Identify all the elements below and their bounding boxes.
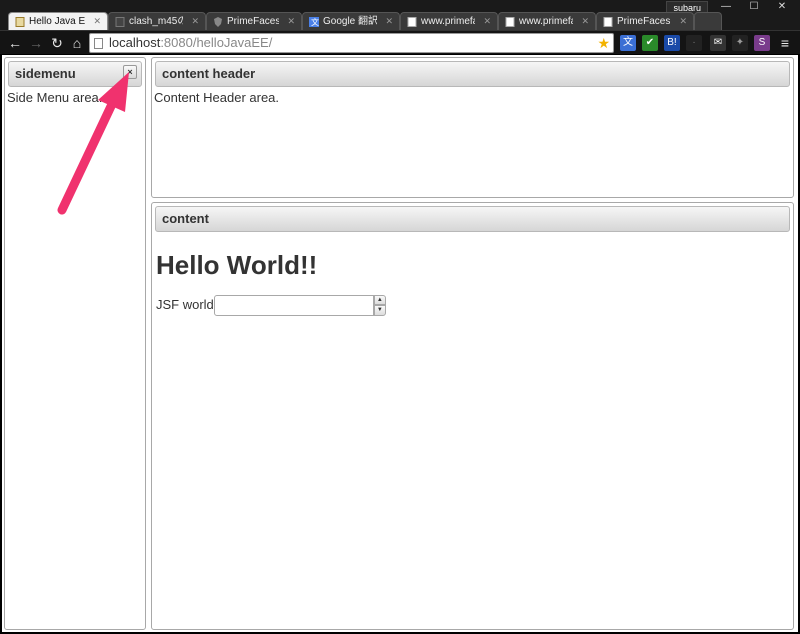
tab-label: www.primefac — [421, 16, 475, 27]
tab-label: PrimeFaces Sh — [227, 16, 279, 27]
puzzle-extension-icon[interactable]: ✦ — [732, 35, 748, 51]
page-icon — [94, 38, 103, 49]
sidemenu-header: sidemenu × — [8, 61, 142, 87]
profile-extension-icon[interactable]: S — [754, 35, 770, 51]
close-window-button[interactable]: ✕ — [770, 0, 794, 14]
chrome-menu-icon[interactable]: ≡ — [776, 34, 794, 52]
tab-primefaces-org-1[interactable]: www.primefac ✕ — [400, 12, 498, 30]
content-header-panel: content header Content Header area. — [151, 57, 794, 198]
tab-label: Google 翻訳 — [323, 16, 377, 27]
tab-clash[interactable]: clash_m45の ✕ — [108, 12, 206, 30]
tab-close-icon[interactable]: ✕ — [93, 13, 101, 30]
tab-close-icon[interactable]: ✕ — [191, 13, 199, 30]
tab-primefaces-org-2[interactable]: www.primefac ✕ — [498, 12, 596, 30]
extension-icon[interactable]: · — [686, 35, 702, 51]
jsf-world-input[interactable] — [213, 295, 374, 316]
tab-primefaces-blog[interactable]: PrimeFacesを ✕ — [596, 12, 694, 30]
url-text[interactable]: localhost:8080/helloJavaEE/ — [109, 34, 272, 52]
hello-heading: Hello World!! — [156, 250, 318, 280]
page-icon — [115, 17, 125, 27]
browser-toolbar: ← → ↻ ⌂ localhost:8080/helloJavaEE/ ★ 文 … — [0, 30, 800, 54]
hatena-extension-icon[interactable]: B! — [664, 35, 680, 51]
svg-text:文: 文 — [311, 17, 319, 27]
checkmark-extension-icon[interactable]: ✔ — [642, 35, 658, 51]
tab-close-icon[interactable]: ✕ — [679, 13, 687, 30]
sidemenu-body: Side Menu area. — [7, 90, 103, 105]
tab-close-icon[interactable]: ✕ — [581, 13, 589, 30]
jsf-spinner: ▲ ▼ — [213, 295, 386, 316]
back-button[interactable]: ← — [6, 34, 24, 52]
jsf-field-row: JSF world ▲ ▼ — [156, 295, 386, 317]
tab-label: PrimeFacesを — [617, 16, 671, 27]
page-icon — [603, 17, 613, 27]
tab-google-translate[interactable]: 文 Google 翻訳 ✕ — [302, 12, 400, 30]
page-icon — [505, 17, 515, 27]
page-icon — [407, 17, 417, 27]
page-icon — [15, 17, 25, 27]
maximize-button[interactable]: ☐ — [742, 0, 766, 14]
bookmark-star-icon[interactable]: ★ — [597, 34, 610, 52]
new-tab-button[interactable] — [694, 12, 722, 30]
spinner-down-icon[interactable]: ▼ — [373, 305, 386, 316]
content-panel: content Hello World!! JSF world ▲ ▼ — [151, 202, 794, 630]
translate-extension-icon[interactable]: 文 — [620, 35, 636, 51]
shield-icon — [214, 17, 222, 27]
page-viewport: sidemenu × Side Menu area. content heade… — [2, 55, 798, 632]
sidemenu-title: sidemenu — [15, 66, 76, 81]
translate-icon: 文 — [309, 17, 319, 27]
tab-label: clash_m45の — [129, 16, 183, 27]
tab-close-icon[interactable]: ✕ — [287, 13, 295, 30]
content-header-title: content header — [155, 61, 790, 87]
tab-hello-java-ee[interactable]: Hello Java EE ✕ — [8, 12, 108, 30]
tab-label: Hello Java EE — [29, 16, 85, 27]
sidemenu-panel: sidemenu × Side Menu area. — [4, 57, 146, 630]
tab-close-icon[interactable]: ✕ — [483, 13, 491, 30]
tab-primefaces-showcase[interactable]: PrimeFaces Sh ✕ — [206, 12, 302, 30]
spinner-up-icon[interactable]: ▲ — [373, 295, 386, 305]
content-header-body: Content Header area. — [154, 90, 280, 105]
address-bar[interactable]: localhost:8080/helloJavaEE/ ★ — [89, 33, 614, 53]
reload-button[interactable]: ↻ — [48, 34, 66, 52]
browser-title-bar: subaru — ☐ ✕ Hello Java EE ✕ clash_m45の … — [0, 0, 800, 30]
collapse-close-icon[interactable]: × — [123, 65, 137, 79]
mail-extension-icon[interactable]: ✉ — [710, 35, 726, 51]
jsf-field-label: JSF world — [156, 297, 214, 312]
tab-close-icon[interactable]: ✕ — [385, 13, 393, 30]
tab-label: www.primefac — [519, 16, 573, 27]
home-button[interactable]: ⌂ — [68, 34, 86, 52]
forward-button[interactable]: → — [27, 34, 45, 52]
tab-strip: Hello Java EE ✕ clash_m45の ✕ PrimeFaces … — [8, 12, 728, 30]
content-title: content — [155, 206, 790, 232]
